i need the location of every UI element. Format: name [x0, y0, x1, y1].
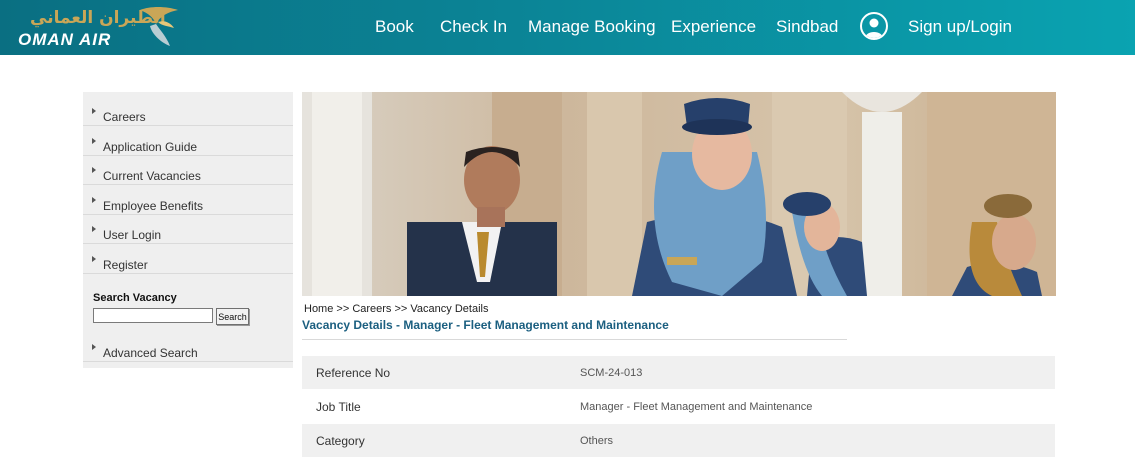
sidebar-item-employee-benefits[interactable]: Employee Benefits	[83, 186, 293, 215]
sidebar-item-label: Employee Benefits	[103, 199, 204, 213]
chevron-right-icon	[92, 108, 96, 114]
breadcrumb-home[interactable]: Home	[304, 303, 336, 315]
sidebar-item-user-login[interactable]: User Login	[83, 215, 293, 244]
logo-wordmark: OMAN AIR	[18, 30, 112, 49]
details-row-category: Category Others	[302, 424, 1055, 457]
hero-illustration	[302, 92, 1056, 296]
chevron-right-icon	[92, 256, 96, 262]
sidebar-item-label: Register	[103, 258, 148, 272]
chevron-right-icon	[92, 197, 96, 203]
nav-experience[interactable]: Experience	[671, 17, 756, 37]
sidebar-item-label: Careers	[103, 110, 146, 124]
cabin-crew-hero-image	[302, 92, 1056, 296]
sidebar-item-application-guide[interactable]: Application Guide	[83, 127, 293, 156]
breadcrumb-separator: >>	[394, 303, 411, 315]
sidebar-item-careers[interactable]: Careers	[83, 97, 293, 126]
details-row-reference: Reference No SCM-24-013	[302, 356, 1055, 389]
careers-sidebar: Careers Application Guide Current Vacanc…	[83, 92, 293, 368]
chevron-right-icon	[92, 344, 96, 350]
sidebar-item-register[interactable]: Register	[83, 245, 293, 274]
search-vacancy-heading: Search Vacancy	[93, 292, 177, 304]
oman-air-logo[interactable]: الطيران العماني OMAN AIR	[18, 4, 180, 50]
details-value: SCM-24-013	[580, 367, 643, 379]
chevron-right-icon	[92, 138, 96, 144]
details-label: Reference No	[316, 366, 391, 380]
nav-book[interactable]: Book	[375, 17, 414, 37]
nav-sign-up-login[interactable]: Sign up/Login	[908, 17, 1012, 37]
details-value: Others	[580, 435, 614, 447]
sidebar-item-label: Advanced Search	[103, 346, 198, 360]
breadcrumb: Home >> Careers >> Vacancy Details	[304, 303, 488, 315]
sidebar-item-label: Current Vacancies	[103, 169, 201, 183]
divider	[302, 339, 847, 340]
top-navigation-bar: الطيران العماني OMAN AIR Book Check In M…	[0, 0, 1135, 55]
sidebar-item-advanced-search[interactable]: Advanced Search	[83, 333, 293, 362]
sidebar-item-label: User Login	[103, 228, 162, 242]
nav-sindbad[interactable]: Sindbad	[776, 17, 838, 37]
search-button[interactable]: Search	[216, 308, 249, 325]
breadcrumb-separator: >>	[336, 303, 353, 315]
chevron-right-icon	[92, 167, 96, 173]
sidebar-item-current-vacancies[interactable]: Current Vacancies	[83, 156, 293, 185]
details-label: Job Title	[316, 400, 361, 414]
chevron-right-icon	[92, 226, 96, 232]
sidebar-item-label: Application Guide	[103, 140, 198, 154]
nav-check-in[interactable]: Check In	[440, 17, 507, 37]
oman-air-bird-icon	[140, 7, 178, 46]
user-icon[interactable]	[860, 12, 888, 40]
details-row-job-title: Job Title Manager - Fleet Management and…	[302, 390, 1055, 423]
details-label: Category	[316, 434, 365, 448]
nav-manage-booking[interactable]: Manage Booking	[528, 17, 656, 37]
search-vacancy-input[interactable]	[93, 308, 213, 323]
details-value: Manager - Fleet Management and Maintenan…	[580, 401, 813, 413]
breadcrumb-current: Vacancy Details	[410, 303, 489, 315]
breadcrumb-careers[interactable]: Careers	[352, 303, 394, 315]
page-title: Vacancy Details - Manager - Fleet Manage…	[302, 318, 669, 332]
